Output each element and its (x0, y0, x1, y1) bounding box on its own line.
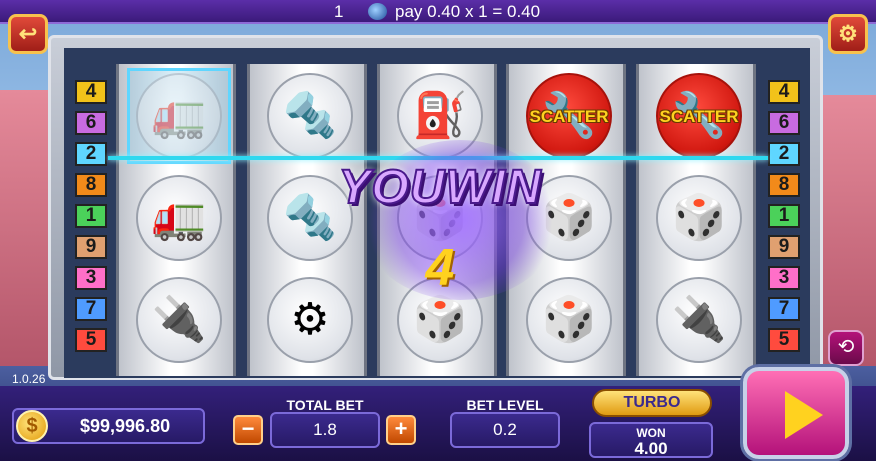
payline-markers-right: 4 6 2 8 1 9 3 7 5 (768, 80, 800, 359)
reel-2: 🔩 🔩 ⚙ (247, 64, 367, 376)
turbo-button[interactable]: TURBO (592, 389, 712, 417)
payline-badge[interactable]: 5 (768, 328, 800, 352)
payline-badge[interactable]: 7 (768, 297, 800, 321)
spin-button[interactable] (743, 367, 849, 459)
payline-badge[interactable]: 9 (75, 235, 107, 259)
win-info-bar: 1 pay 0.40 x 1 = 0.40 (0, 0, 876, 24)
you-win-banner: YOUWIN (337, 160, 542, 215)
payline-badge[interactable]: 4 (75, 80, 107, 104)
background-building-left (0, 90, 55, 371)
win-line-number: 1 (334, 2, 344, 21)
payline-badge[interactable]: 8 (768, 173, 800, 197)
back-arrow-icon: ↩ (18, 21, 38, 46)
reel-cell: 🔌 (127, 272, 231, 368)
reel-cell: 🚛 (127, 68, 231, 164)
payline-badge[interactable]: 6 (768, 111, 800, 135)
reel-1: 🚛 🚛 🔌 (116, 64, 236, 376)
dice-icon: 🎲 (541, 295, 597, 344)
tire-icon: ⚙ (290, 295, 330, 344)
payline-badge[interactable]: 3 (768, 266, 800, 290)
reel-cell: 🔩 (258, 68, 362, 164)
reel-cell: 🎲 (517, 272, 621, 368)
total-bet-value: 1.8 (270, 412, 380, 448)
play-icon (785, 391, 823, 439)
payline-badge[interactable]: 1 (768, 204, 800, 228)
version-label: 1.0.26 (12, 372, 46, 386)
spark-plug-icon: 🔌 (671, 295, 727, 344)
reel-cell: ⚙ (258, 272, 362, 368)
truck-icon: 🚛 (151, 91, 207, 140)
payline-badge[interactable]: 8 (75, 173, 107, 197)
dice-icon: 🎲 (671, 193, 727, 242)
reel-5: 🔧 SCATTER 🎲 🔌 (636, 64, 756, 376)
won-display: WON 4.00 (589, 422, 713, 458)
autoplay-icon: ⟲ (837, 336, 855, 358)
bet-level-value: 0.2 (450, 412, 560, 448)
reel-cell: 🔌 (647, 272, 751, 368)
won-value: 4.00 (634, 439, 668, 458)
payline-badge[interactable]: 3 (75, 266, 107, 290)
total-bet-label: TOTAL BET (286, 397, 364, 413)
gear-icon: ⚙ (838, 21, 858, 46)
dice-icon: 🎲 (412, 295, 468, 344)
payline-badge[interactable]: 1 (75, 204, 107, 228)
payline-markers-left: 4 6 2 8 1 9 3 7 5 (75, 80, 107, 359)
payline-badge[interactable]: 2 (75, 142, 107, 166)
line-icon (368, 3, 387, 20)
decrease-bet-button[interactable]: − (233, 415, 263, 445)
payline-badge[interactable]: 2 (768, 142, 800, 166)
increase-bet-button[interactable]: + (386, 415, 416, 445)
fuel-can-icon: ⛽ (412, 91, 468, 140)
win-count: 4 (425, 239, 455, 297)
scatter-label: SCATTER (659, 107, 739, 126)
payline-badge[interactable]: 7 (75, 297, 107, 321)
reel-cell: 🔧 SCATTER (647, 68, 751, 164)
reel-cell: 🔧 SCATTER (517, 68, 621, 164)
back-button[interactable]: ↩ (8, 14, 48, 54)
spark-plug-icon: 🔌 (151, 295, 207, 344)
payline-badge[interactable]: 4 (768, 80, 800, 104)
dollar-coin-icon: $ (16, 410, 48, 442)
autoplay-button[interactable]: ⟲ (828, 330, 864, 366)
reel-cell: 🎲 (647, 170, 751, 266)
settings-button[interactable]: ⚙ (828, 14, 868, 54)
payline-badge[interactable]: 6 (75, 111, 107, 135)
scatter-label: SCATTER (529, 107, 609, 126)
truck-icon: 🚛 (151, 193, 207, 242)
won-label: WON (636, 426, 666, 440)
piston-icon: 🔩 (282, 91, 338, 140)
pay-text: pay 0.40 x 1 = 0.40 (395, 2, 541, 21)
bet-level-label: BET LEVEL (466, 397, 544, 413)
payline-badge[interactable]: 9 (768, 235, 800, 259)
payline-badge[interactable]: 5 (75, 328, 107, 352)
reel-cell: 🚛 (127, 170, 231, 266)
